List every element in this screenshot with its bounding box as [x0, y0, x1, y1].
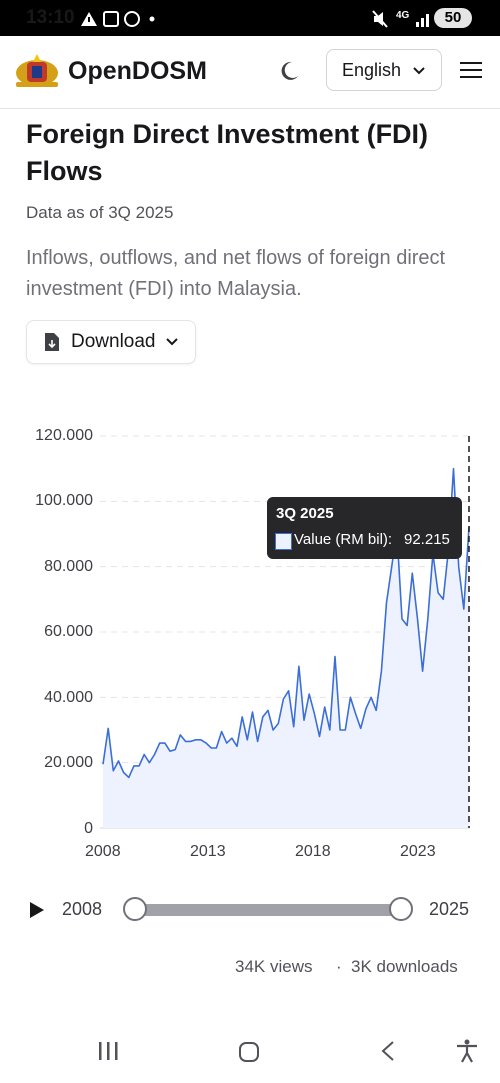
- page-title: Foreign Direct Investment (FDI) Flows: [26, 119, 429, 186]
- page-description: Inflows, outflows, and net flows of fore…: [26, 247, 446, 300]
- views-count: 34K views: [235, 957, 313, 976]
- status-time: 13:10: [26, 7, 75, 28]
- home-icon[interactable]: [238, 1041, 260, 1063]
- tooltip-series-label: Value (RM bil):: [294, 531, 393, 548]
- menu-icon[interactable]: [459, 60, 483, 80]
- x-tick-label: 2008: [85, 843, 121, 860]
- slider-track[interactable]: [135, 904, 401, 916]
- fdi-area-chart[interactable]: [0, 420, 500, 840]
- tooltip-value: 92.215: [404, 531, 450, 548]
- x-tick-label: 2023: [400, 843, 436, 860]
- chevron-down-icon: [413, 67, 425, 75]
- meta-separator: ·: [336, 957, 342, 976]
- chevron-down-icon: [166, 338, 178, 346]
- malaysia-crest-icon[interactable]: [14, 54, 60, 88]
- accessibility-icon[interactable]: [456, 1039, 478, 1063]
- slider-end-handle[interactable]: [389, 897, 413, 921]
- download-label: Download: [71, 331, 156, 352]
- slider-end-year: 2025: [429, 899, 470, 919]
- data-as-of: Data as of 3Q 2025: [26, 203, 174, 222]
- notification-icons: [81, 11, 155, 27]
- battery-indicator: 50: [434, 8, 472, 28]
- x-tick-label: 2018: [295, 843, 331, 860]
- back-icon[interactable]: [380, 1040, 396, 1062]
- language-label: English: [342, 60, 402, 80]
- screenshot-icon: [103, 11, 119, 27]
- file-download-icon: [45, 333, 59, 351]
- dark-mode-icon[interactable]: [278, 60, 300, 82]
- signal-icon: [416, 22, 419, 27]
- brand-name[interactable]: OpenDOSM: [68, 57, 207, 86]
- play-icon[interactable]: [28, 901, 46, 919]
- dot-icon: [149, 16, 155, 22]
- tooltip-title: 3Q 2025: [276, 505, 334, 522]
- slider-start-year: 2008: [62, 899, 103, 919]
- network-type: 4G: [396, 10, 410, 21]
- recent-apps-icon[interactable]: [98, 1041, 120, 1061]
- slider-start-handle[interactable]: [123, 897, 147, 921]
- tooltip-swatch: [275, 533, 292, 550]
- x-tick-label: 2013: [190, 843, 226, 860]
- downloads-count: 3K downloads: [351, 957, 458, 976]
- data-saver-icon: [124, 11, 140, 27]
